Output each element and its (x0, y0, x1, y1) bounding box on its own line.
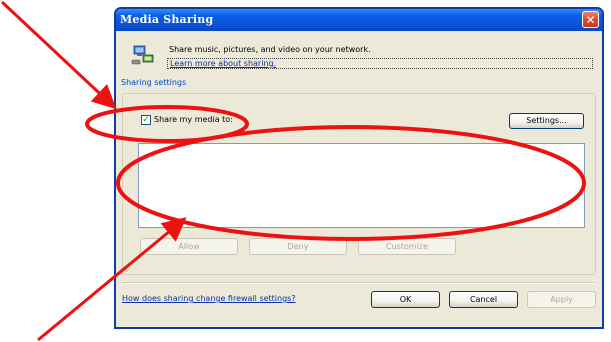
sharing-settings-label: Sharing settings (119, 78, 189, 87)
close-icon: ✕ (585, 13, 596, 27)
media-sharing-dialog: Media Sharing ✕ Share music, pictures, a… (114, 7, 604, 329)
footer-separator (122, 282, 596, 284)
ok-button[interactable]: OK (371, 291, 440, 308)
screenshot-stage: Media Sharing ✕ Share music, pictures, a… (0, 0, 611, 342)
share-media-label[interactable]: Share my media to: (154, 115, 233, 124)
sharing-description: Share music, pictures, and video on your… (169, 45, 371, 54)
settings-button[interactable]: Settings... (509, 113, 584, 129)
customize-button[interactable]: Customize (358, 238, 456, 255)
window-title: Media Sharing (120, 13, 214, 26)
apply-button[interactable]: Apply (527, 291, 596, 308)
device-list[interactable] (138, 143, 585, 228)
firewall-settings-link[interactable]: How does sharing change firewall setting… (122, 294, 296, 303)
allow-button[interactable]: Allow (140, 238, 238, 255)
share-media-checkbox[interactable]: ✓ (141, 115, 151, 125)
close-button[interactable]: ✕ (582, 11, 599, 28)
cancel-button[interactable]: Cancel (449, 291, 518, 308)
checkmark-icon: ✓ (142, 115, 150, 125)
learn-more-link[interactable]: Learn more about sharing. (167, 58, 593, 69)
title-bar[interactable]: Media Sharing ✕ (116, 9, 602, 31)
media-sharing-icon (131, 45, 154, 65)
deny-button[interactable]: Deny (249, 238, 347, 255)
annotation-top-arrow (0, 0, 117, 110)
